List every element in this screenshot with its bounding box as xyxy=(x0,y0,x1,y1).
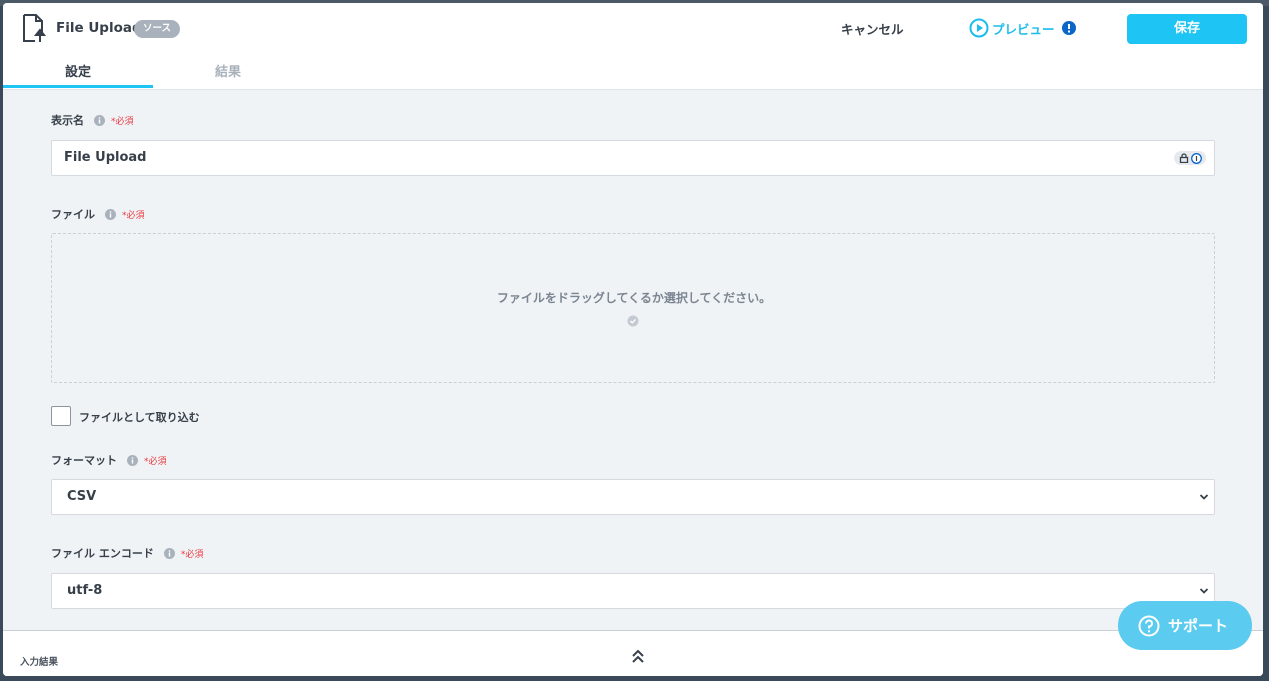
lock-toggle[interactable] xyxy=(1174,151,1206,165)
info-circle-icon xyxy=(1190,152,1202,164)
info-icon[interactable] xyxy=(163,547,175,559)
tab-results[interactable]: 結果 xyxy=(215,61,241,80)
info-icon[interactable] xyxy=(127,454,138,466)
display-name-label: 表示名 *必須 xyxy=(51,112,134,128)
encoding-label-text: ファイル エンコード xyxy=(51,547,154,560)
display-name-input[interactable]: File Upload xyxy=(51,140,1215,176)
alert-circle-icon xyxy=(1061,21,1076,35)
check-circle-icon xyxy=(627,315,639,327)
file-label-text: ファイル xyxy=(51,208,95,221)
double-chevron-up-icon[interactable] xyxy=(630,648,646,664)
cancel-button[interactable]: キャンセル xyxy=(841,19,904,38)
format-label: フォーマット *必須 xyxy=(51,452,167,468)
chevron-down-icon xyxy=(1199,588,1209,594)
support-button[interactable]: サポート xyxy=(1118,601,1252,650)
display-name-label-text: 表示名 xyxy=(51,114,84,127)
info-icon[interactable] xyxy=(94,114,105,126)
active-tab-indicator xyxy=(3,85,153,88)
required-marker: *必須 xyxy=(122,210,145,221)
required-marker: *必須 xyxy=(180,549,204,560)
modal-header: File Upload ソース キャンセル プレビュー 保存 設定 結果 xyxy=(3,3,1263,90)
lock-icon xyxy=(1179,153,1188,163)
file-dropzone[interactable]: ファイルをドラッグしてくるか選択してください。 xyxy=(51,233,1215,383)
encoding-select-value: utf-8 xyxy=(67,583,103,598)
dropzone-text: ファイルをドラッグしてくるか選択してください。 xyxy=(496,291,772,305)
format-select-value: CSV xyxy=(67,489,97,504)
import-as-file-label: ファイルとして取り込む xyxy=(79,411,200,424)
save-button[interactable]: 保存 xyxy=(1127,14,1247,44)
input-results-panel: 入力結果 xyxy=(3,630,1263,676)
preview-button[interactable]: プレビュー xyxy=(969,18,1076,38)
import-as-file-checkbox[interactable] xyxy=(51,406,71,426)
required-marker: *必須 xyxy=(144,456,167,467)
play-circle-icon xyxy=(969,18,989,38)
modal-title: File Upload xyxy=(56,20,142,36)
file-upload-icon xyxy=(23,14,47,42)
help-circle-icon xyxy=(1138,615,1160,636)
source-badge: ソース xyxy=(134,20,181,38)
tab-settings[interactable]: 設定 xyxy=(65,61,91,80)
file-label: ファイル *必須 xyxy=(51,206,145,222)
info-icon[interactable] xyxy=(105,208,116,220)
input-results-label: 入力結果 xyxy=(20,657,59,668)
format-select[interactable]: CSV xyxy=(51,479,1215,515)
chevron-down-icon xyxy=(1199,494,1209,500)
format-label-text: フォーマット xyxy=(51,454,117,467)
support-label: サポート xyxy=(1168,617,1229,635)
encoding-select[interactable]: utf-8 xyxy=(51,573,1215,609)
encoding-label: ファイル エンコード *必須 xyxy=(51,545,203,561)
preview-label: プレビュー xyxy=(992,21,1055,37)
file-upload-modal: File Upload ソース キャンセル プレビュー 保存 設定 結果 表示名 xyxy=(3,3,1263,676)
required-marker: *必須 xyxy=(111,116,134,127)
